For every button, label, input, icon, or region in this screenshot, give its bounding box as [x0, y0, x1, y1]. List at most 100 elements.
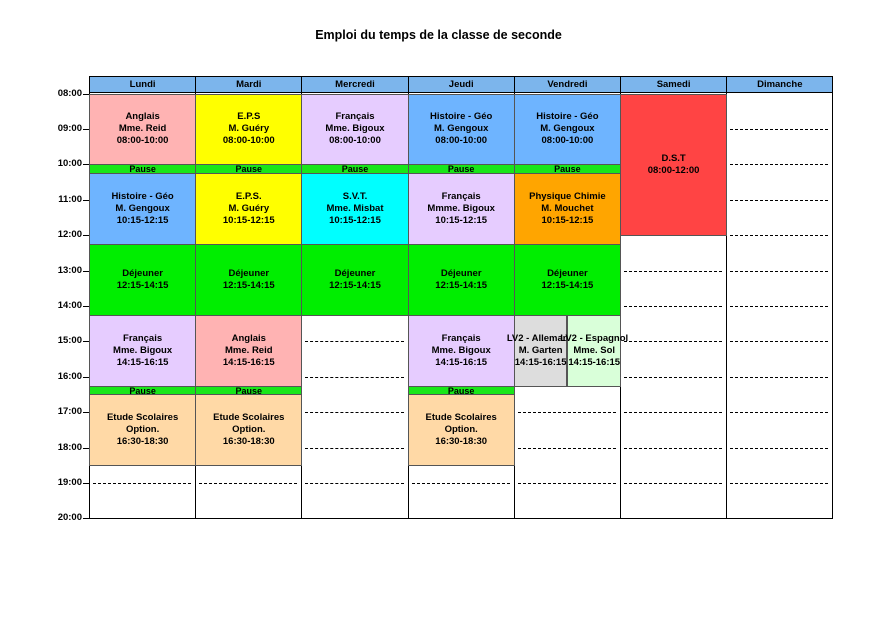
empty-hour-line: [305, 341, 404, 343]
empty-hour-line: [624, 376, 723, 378]
course-block[interactable]: LV2 - Allemand M. Garten 14:15-16:15: [507, 314, 574, 387]
course-time: 08:00-10:00: [222, 135, 275, 147]
empty-hour-line: [199, 482, 298, 484]
empty-hour-line: [730, 164, 829, 166]
empty-hour-line: [517, 412, 616, 414]
empty-hour-line: [305, 447, 404, 449]
hour-label: 08:00: [57, 87, 82, 99]
course-block[interactable]: Physique Chimie M. Mouchet 10:15-12:15: [513, 173, 621, 245]
empty-hour-line: [730, 341, 829, 343]
course-time: 10:15-12:15: [435, 215, 488, 227]
course-time: 12:15-14:15: [329, 279, 381, 291]
course-title: Déjeuner: [440, 267, 482, 279]
hour-label: 19:00: [57, 476, 82, 488]
hour-label: 20:00: [57, 512, 82, 524]
course-title: Français: [441, 332, 481, 344]
course-title: E.P.S.: [235, 191, 262, 203]
course-time: 16:30-18:30: [116, 436, 169, 448]
course-time: 14:15-16:15: [514, 356, 567, 368]
course-block[interactable]: Etude Scolaires Option. 16:30-18:30: [407, 394, 515, 467]
course-title: E.P.S: [237, 111, 261, 123]
day-header-lundi: Lundi: [89, 76, 197, 93]
day-header-jeudi: Jeudi: [407, 76, 515, 93]
empty-hour-line: [730, 482, 829, 484]
course-title: Déjeuner: [228, 267, 270, 279]
course-teacher: Mme. Misbat: [326, 203, 384, 215]
course-block[interactable]: Déjeuner 12:15-14:15: [89, 243, 197, 316]
course-title: S.V.T.: [342, 191, 368, 203]
course-time: 08:00-12:00: [647, 164, 700, 176]
empty-hour-line: [624, 341, 723, 343]
course-teacher: M. Gengoux: [540, 123, 595, 135]
course-block[interactable]: Français Mmme. Bigoux 10:15-12:15: [407, 173, 515, 245]
empty-hour-line: [730, 412, 829, 414]
course-teacher: Mmme. Bigoux: [427, 203, 495, 215]
hour-label: 18:00: [57, 441, 82, 453]
course-title: Anglais: [231, 332, 266, 344]
empty-hour-line: [517, 482, 616, 484]
empty-hour-line: [411, 482, 510, 484]
empty-hour-line: [624, 447, 723, 449]
course-block[interactable]: S.V.T. Mme. Misbat 10:15-12:15: [301, 173, 409, 245]
course-teacher: M. Mouchet: [541, 203, 594, 215]
course-teacher: M. Gengoux: [434, 123, 489, 135]
hour-label: 16:00: [57, 370, 82, 382]
course-block[interactable]: LV2 - Espagnol Mme. Sol 14:15-16:15: [560, 314, 628, 387]
course-time: 10:15-12:15: [329, 215, 381, 227]
hour-tick: [83, 482, 89, 484]
hour-label: 12:00: [57, 229, 82, 241]
course-time: 08:00-10:00: [329, 135, 381, 147]
course-teacher: M. Gengoux: [115, 203, 170, 215]
empty-hour-line: [305, 482, 404, 484]
course-title: Anglais: [125, 111, 160, 123]
course-time: 12:15-14:15: [116, 279, 169, 291]
empty-hour-line: [624, 412, 723, 414]
course-block[interactable]: E.P.S M. Guéry 08:00-10:00: [195, 93, 303, 166]
empty-hour-line: [624, 305, 723, 307]
course-block[interactable]: Histoire - Géo M. Gengoux 08:00-10:00: [513, 93, 621, 166]
course-title: LV2 - Espagnol: [560, 332, 629, 344]
course-title: D.S.T: [661, 152, 686, 164]
empty-hour-line: [730, 447, 829, 449]
course-teacher: Mme. Bigoux: [325, 123, 385, 135]
hour-label: 10:00: [57, 158, 82, 170]
course-teacher: Mme. Reid: [118, 123, 167, 135]
course-block[interactable]: Français Mme. Bigoux 14:15-16:15: [89, 314, 197, 387]
course-block[interactable]: Déjeuner 12:15-14:15: [407, 243, 515, 316]
empty-hour-line: [93, 482, 192, 484]
course-block[interactable]: Déjeuner 12:15-14:15: [513, 243, 621, 316]
course-teacher: Mme. Bigoux: [113, 344, 173, 356]
course-teacher: Mme. Reid: [225, 344, 273, 356]
course-block[interactable]: Histoire - Géo M. Gengoux 08:00-10:00: [407, 93, 515, 166]
course-teacher: Option.: [444, 424, 478, 436]
hour-tick: [83, 518, 89, 520]
course-time: 14:15-16:15: [222, 356, 275, 368]
course-block[interactable]: Anglais Mme. Reid 14:15-16:15: [195, 314, 303, 387]
hour-label: 17:00: [57, 406, 82, 418]
course-time: 14:15-16:15: [568, 356, 621, 368]
course-block[interactable]: D.S.T 08:00-12:00: [620, 93, 728, 237]
course-block[interactable]: Français Mme. Bigoux 14:15-16:15: [407, 314, 515, 387]
course-block[interactable]: Déjeuner 12:15-14:15: [195, 243, 303, 316]
course-block[interactable]: Déjeuner 12:15-14:15: [301, 243, 409, 316]
hour-label: 11:00: [58, 193, 82, 205]
empty-hour-line: [730, 128, 829, 130]
course-time: 16:30-18:30: [222, 436, 275, 448]
course-block[interactable]: Français Mme. Bigoux 08:00-10:00: [301, 93, 409, 166]
hour-label: 15:00: [57, 335, 82, 347]
course-title: Histoire - Géo: [536, 111, 599, 123]
course-block[interactable]: Etude Scolaires Option. 16:30-18:30: [89, 394, 197, 467]
course-time: 16:30-18:30: [435, 436, 488, 448]
course-block[interactable]: Histoire - Géo M. Gengoux 10:15-12:15: [89, 173, 197, 245]
course-time: 08:00-10:00: [435, 135, 488, 147]
course-teacher: Option.: [125, 424, 160, 436]
hour-label: 09:00: [57, 122, 82, 134]
course-block[interactable]: Etude Scolaires Option. 16:30-18:30: [195, 394, 303, 467]
course-title: Histoire - Géo: [430, 111, 493, 123]
course-block[interactable]: Anglais Mme. Reid 08:00-10:00: [89, 93, 197, 166]
course-teacher: Mme. Sol: [573, 344, 616, 356]
course-block[interactable]: E.P.S. M. Guéry 10:15-12:15: [195, 173, 303, 245]
course-time: 12:15-14:15: [222, 279, 275, 291]
empty-hour-line: [730, 235, 829, 237]
course-title: Physique Chimie: [529, 191, 606, 203]
